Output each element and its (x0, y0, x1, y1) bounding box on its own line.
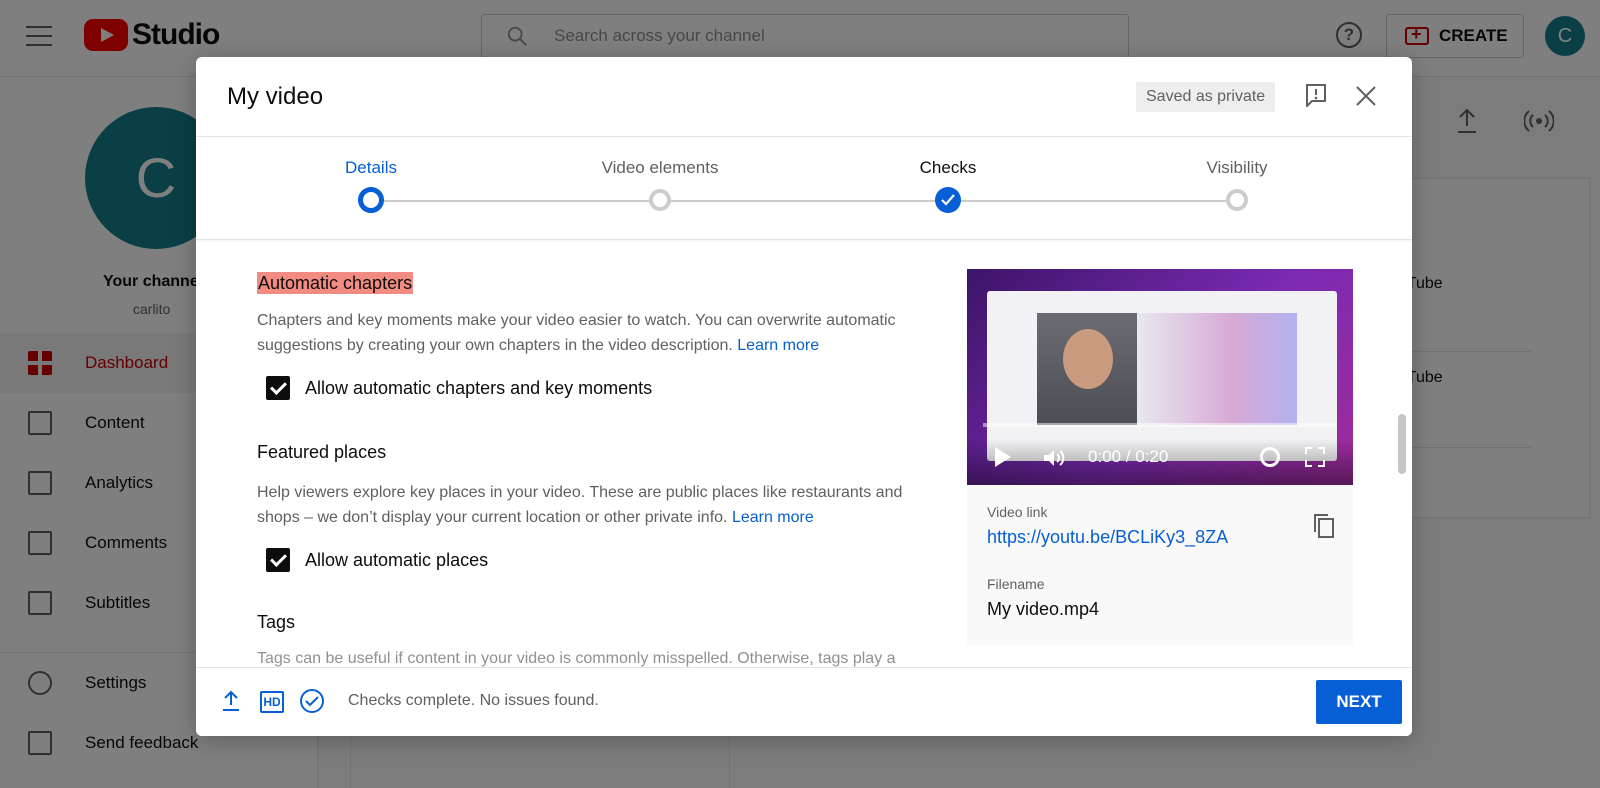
checkmark-icon (941, 194, 955, 206)
places-checkbox-row[interactable]: Allow automatic places (266, 548, 488, 572)
checks-status-text: Checks complete. No issues found. (348, 692, 599, 709)
section-title-tags: Tags (257, 612, 296, 632)
video-player[interactable]: 0:00 / 0:20 (967, 269, 1353, 485)
upload-stepper: Details Video elements Checks Visibility (196, 57, 1412, 240)
step-visibility-indicator[interactable] (1226, 189, 1248, 211)
step-video-elements-indicator[interactable] (649, 189, 671, 211)
section-desc-chapters: Chapters and key moments make your video… (257, 312, 896, 354)
copy-icon[interactable] (1313, 513, 1335, 539)
step-video-elements[interactable]: Video elements (560, 158, 760, 178)
volume-icon[interactable] (1042, 449, 1066, 467)
section-title-chapters: Automatic chapters (257, 272, 414, 294)
video-preview-card: 0:00 / 0:20 Video link https://youtu.be/… (967, 269, 1353, 645)
learn-more-link[interactable]: Learn more (732, 509, 814, 526)
step-checks-indicator[interactable] (935, 187, 961, 213)
video-frame-face (1063, 329, 1113, 389)
section-title-places: Featured places (257, 442, 387, 462)
step-details[interactable]: Details (271, 158, 471, 178)
video-link[interactable]: https://youtu.be/BCLiKy3_8ZA (987, 527, 1228, 548)
video-frame-ui (1137, 313, 1297, 425)
checks-complete-icon[interactable] (299, 688, 325, 714)
section-desc-tags: Tags can be useful if content in your vi… (257, 650, 896, 667)
upload-status-icon[interactable] (222, 690, 240, 712)
fullscreen-icon[interactable] (1305, 447, 1325, 467)
step-visibility[interactable]: Visibility (1137, 158, 1337, 178)
chapters-checkbox[interactable] (266, 376, 290, 400)
filename-value: My video.mp4 (987, 599, 1100, 619)
upload-dialog: My video Saved as private Details Video … (196, 57, 1412, 736)
filename-label: Filename (987, 576, 1045, 592)
section-desc-places: Help viewers explore key places in your … (257, 484, 903, 526)
video-link-label: Video link (987, 504, 1048, 520)
chapters-checkbox-label: Allow automatic chapters and key moments (305, 377, 653, 398)
places-checkbox-label: Allow automatic places (305, 549, 489, 570)
play-icon[interactable] (995, 447, 1011, 467)
gear-icon[interactable] (1260, 447, 1280, 467)
dialog-footer: HD Checks complete. No issues found. NEX… (196, 667, 1412, 736)
seek-bar[interactable] (983, 423, 1337, 427)
video-time: 0:00 / 0:20 (1088, 447, 1169, 466)
hd-icon[interactable]: HD (260, 691, 284, 713)
scrollbar[interactable] (1398, 414, 1406, 474)
learn-more-link[interactable]: Learn more (737, 337, 819, 354)
stepper-track (370, 200, 1232, 202)
places-checkbox[interactable] (266, 548, 290, 572)
step-details-indicator[interactable] (358, 187, 384, 213)
step-checks[interactable]: Checks (848, 158, 1048, 178)
next-button[interactable]: NEXT (1316, 680, 1402, 724)
chapters-checkbox-row[interactable]: Allow automatic chapters and key moments (266, 376, 652, 400)
details-scroll-area[interactable]: Automatic chapters Chapters and key mome… (196, 240, 1412, 667)
